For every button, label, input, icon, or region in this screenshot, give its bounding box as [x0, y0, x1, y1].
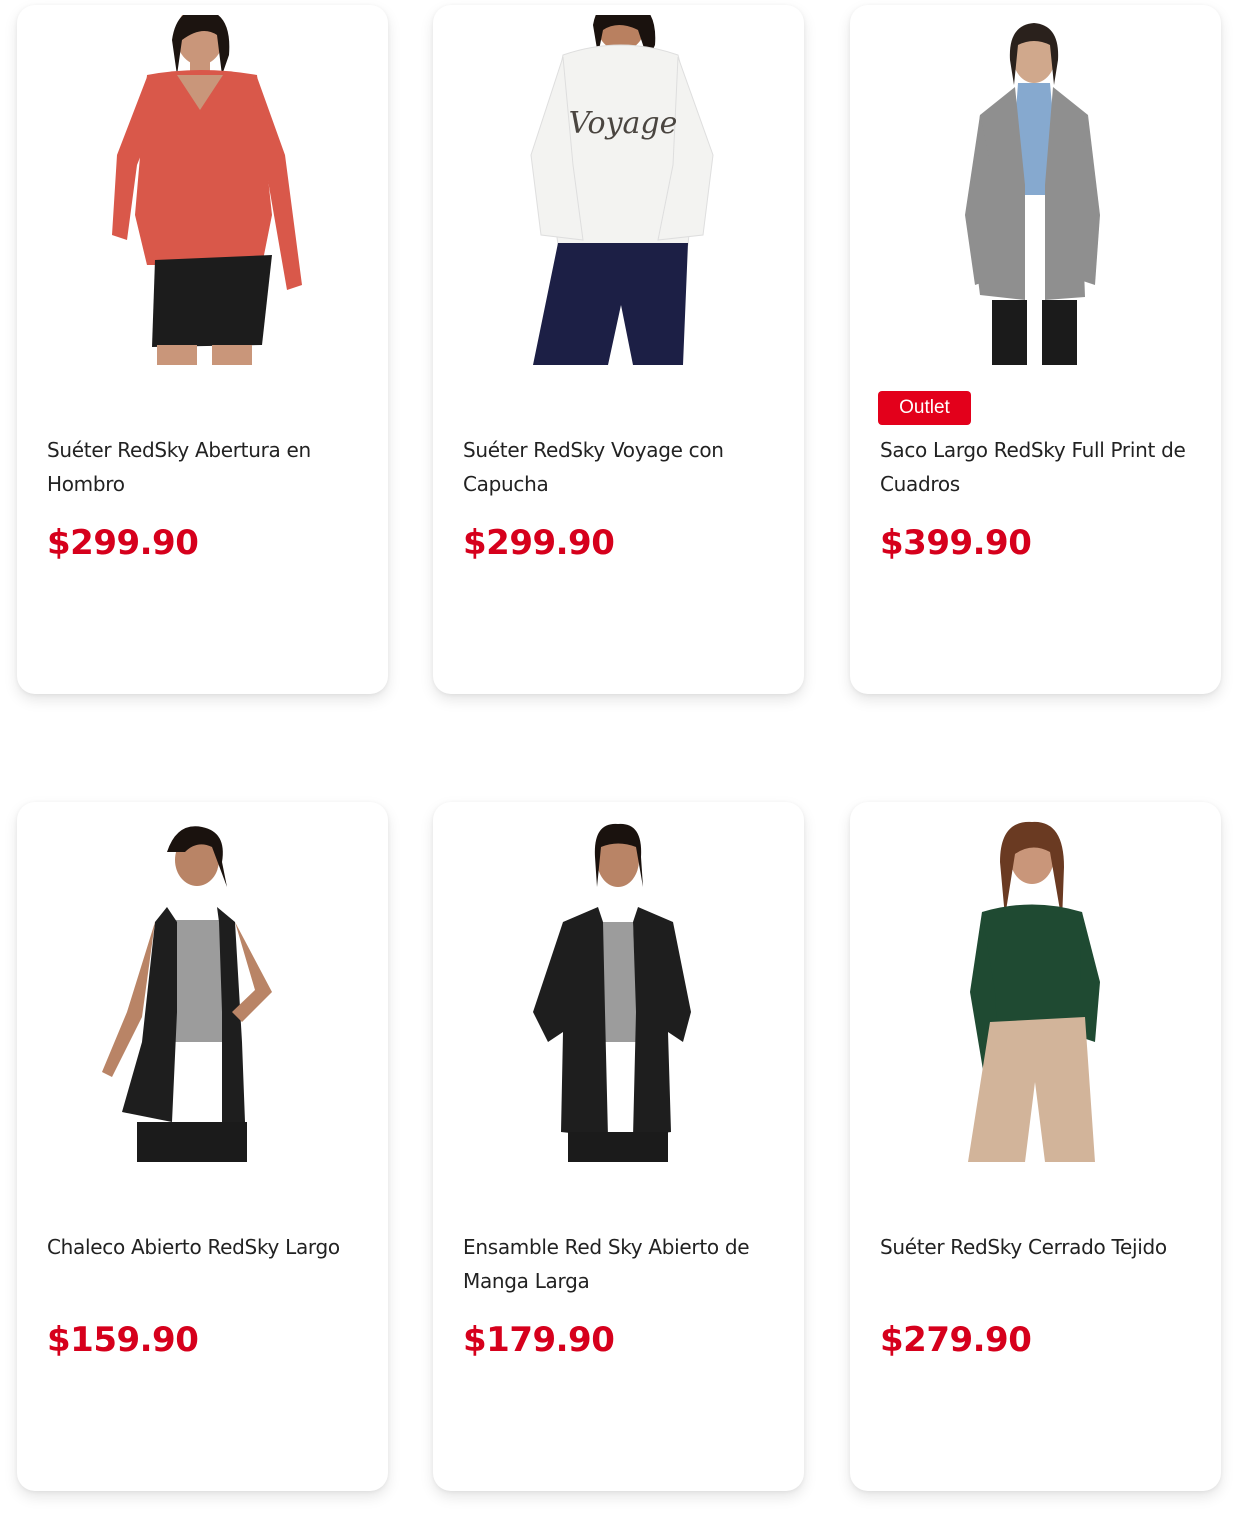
outlet-badge: Outlet	[878, 391, 971, 425]
model-figure: Voyage	[530, 15, 714, 365]
product-title[interactable]: Saco Largo RedSky Full Print de Cuadros	[880, 433, 1200, 501]
product-card[interactable]: Ensamble Red Sky Abierto de Manga Larga …	[433, 802, 804, 1491]
product-price: $279.90	[880, 1320, 1032, 1360]
model-figure	[968, 821, 1100, 1162]
product-card[interactable]: Outlet Saco Largo RedSky Full Print de C…	[850, 5, 1221, 694]
product-card[interactable]: Suéter RedSky Abertura en Hombro $299.90	[17, 5, 388, 694]
product-image[interactable]	[433, 812, 804, 1162]
product-image[interactable]: Voyage	[433, 15, 804, 365]
model-figure	[533, 823, 691, 1162]
product-title[interactable]: Suéter RedSky Cerrado Tejido	[880, 1230, 1200, 1264]
product-price: $299.90	[47, 523, 199, 563]
product-price: $159.90	[47, 1320, 199, 1360]
product-price: $299.90	[463, 523, 615, 563]
product-image[interactable]	[850, 15, 1221, 365]
product-image[interactable]	[850, 812, 1221, 1162]
product-image[interactable]	[17, 15, 388, 365]
product-price: $399.90	[880, 523, 1032, 563]
product-image[interactable]	[17, 812, 388, 1162]
product-card[interactable]: Voyage Suéter RedSky Voyage con Capucha …	[433, 5, 804, 694]
model-figure	[102, 826, 272, 1162]
product-price: $179.90	[463, 1320, 615, 1360]
product-grid: Suéter RedSky Abertura en Hombro $299.90…	[0, 0, 1250, 1519]
product-title[interactable]: Suéter RedSky Abertura en Hombro	[47, 433, 367, 501]
product-card[interactable]: Suéter RedSky Cerrado Tejido $279.90	[850, 802, 1221, 1491]
model-figure	[965, 23, 1100, 365]
print-text: Voyage	[569, 106, 678, 141]
product-title[interactable]: Ensamble Red Sky Abierto de Manga Larga	[463, 1230, 783, 1298]
product-card[interactable]: Chaleco Abierto RedSky Largo $159.90	[17, 802, 388, 1491]
model-figure	[112, 15, 302, 365]
product-title[interactable]: Chaleco Abierto RedSky Largo	[47, 1230, 367, 1264]
product-title[interactable]: Suéter RedSky Voyage con Capucha	[463, 433, 783, 501]
